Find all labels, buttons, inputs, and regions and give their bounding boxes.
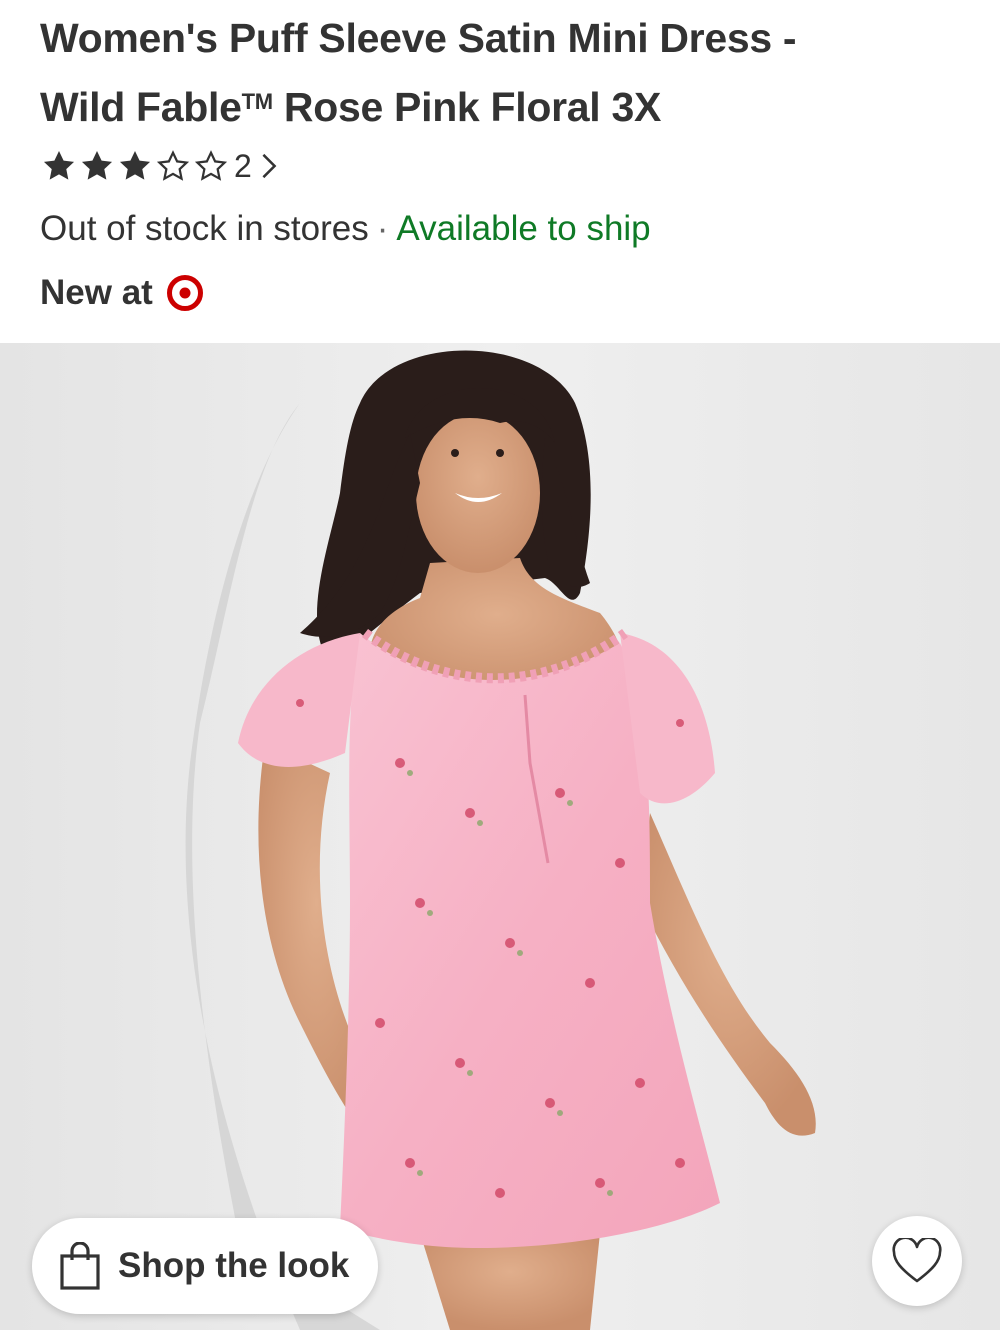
ship-availability[interactable]: Available to ship xyxy=(396,209,650,248)
product-image[interactable] xyxy=(0,343,1000,1330)
shop-the-look-label: Shop the look xyxy=(118,1246,350,1285)
product-variant: Rose Pink Floral 3X xyxy=(272,84,661,130)
availability-row: Out of stock in stores · Available to ship xyxy=(40,206,651,252)
shopping-bag-icon xyxy=(60,1242,100,1290)
new-at-label: New at xyxy=(40,273,153,312)
star-empty-icon xyxy=(194,150,228,181)
model-photo-illustration xyxy=(0,343,1000,1330)
store-availability: Out of stock in stores xyxy=(40,209,369,248)
product-header: Women's Puff Sleeve Satin Mini Dress - W… xyxy=(0,0,1000,343)
product-title-line2: Wild FableTM Rose Pink Floral 3X xyxy=(40,70,960,139)
brand-name[interactable]: Wild Fable xyxy=(40,84,242,130)
rating-row[interactable]: 2 xyxy=(40,146,278,186)
star-filled-icon xyxy=(81,150,113,180)
separator-dot: · xyxy=(376,209,389,248)
star-filled-icon xyxy=(43,150,75,180)
favorite-button[interactable] xyxy=(872,1216,962,1306)
chevron-right-icon xyxy=(262,153,277,179)
product-title: Women's Puff Sleeve Satin Mini Dress - W… xyxy=(40,6,960,139)
shop-the-look-button[interactable]: Shop the look xyxy=(32,1218,378,1314)
new-at-badge: New at xyxy=(40,270,203,316)
product-title-line1: Women's Puff Sleeve Satin Mini Dress - xyxy=(40,15,797,61)
target-bullseye-icon xyxy=(166,275,203,311)
star-filled-icon xyxy=(119,150,151,180)
trademark-mark: TM xyxy=(241,89,273,114)
star-empty-icon xyxy=(156,150,190,181)
rating-count: 2 xyxy=(234,148,252,184)
heart-outline-icon xyxy=(892,1238,942,1283)
